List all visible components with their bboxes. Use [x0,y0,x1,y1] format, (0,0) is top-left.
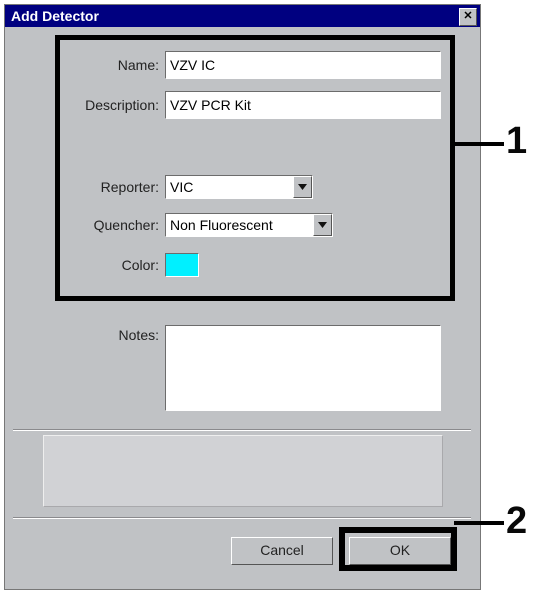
close-button[interactable]: ✕ [459,8,477,26]
description-label: Description: [63,97,159,113]
add-detector-dialog: Add Detector ✕ Name: Description: Report… [4,4,481,590]
reporter-dropdown-button[interactable] [293,176,312,198]
annotation-leader-2 [454,521,504,525]
titlebar: Add Detector ✕ [5,5,480,27]
annotation-leader-1 [454,142,504,146]
name-label: Name: [63,57,159,73]
quencher-value: Non Fluorescent [166,214,313,236]
reporter-value: VIC [166,176,293,198]
window-title: Add Detector [11,8,99,24]
close-icon: ✕ [463,10,472,22]
annotation-number-1: 1 [506,120,527,163]
notes-label: Notes: [63,325,159,343]
client-area: Name: Description: Reporter: VIC [5,27,480,589]
chevron-down-icon [318,222,327,228]
color-swatch[interactable] [165,253,199,277]
name-input[interactable] [165,51,441,79]
color-label: Color: [63,257,159,273]
chevron-down-icon [298,184,307,190]
quencher-combo[interactable]: Non Fluorescent [165,213,333,237]
annotation-number-2: 2 [506,500,527,543]
reporter-label: Reporter: [63,179,159,195]
cancel-button[interactable]: Cancel [231,537,333,565]
description-input[interactable] [165,91,441,119]
lower-panel [43,435,443,507]
notes-textarea[interactable] [165,325,441,411]
quencher-label: Quencher: [63,217,159,233]
separator [13,429,471,431]
quencher-dropdown-button[interactable] [313,214,332,236]
reporter-combo[interactable]: VIC [165,175,313,199]
separator [13,517,471,519]
ok-button[interactable]: OK [349,537,451,565]
